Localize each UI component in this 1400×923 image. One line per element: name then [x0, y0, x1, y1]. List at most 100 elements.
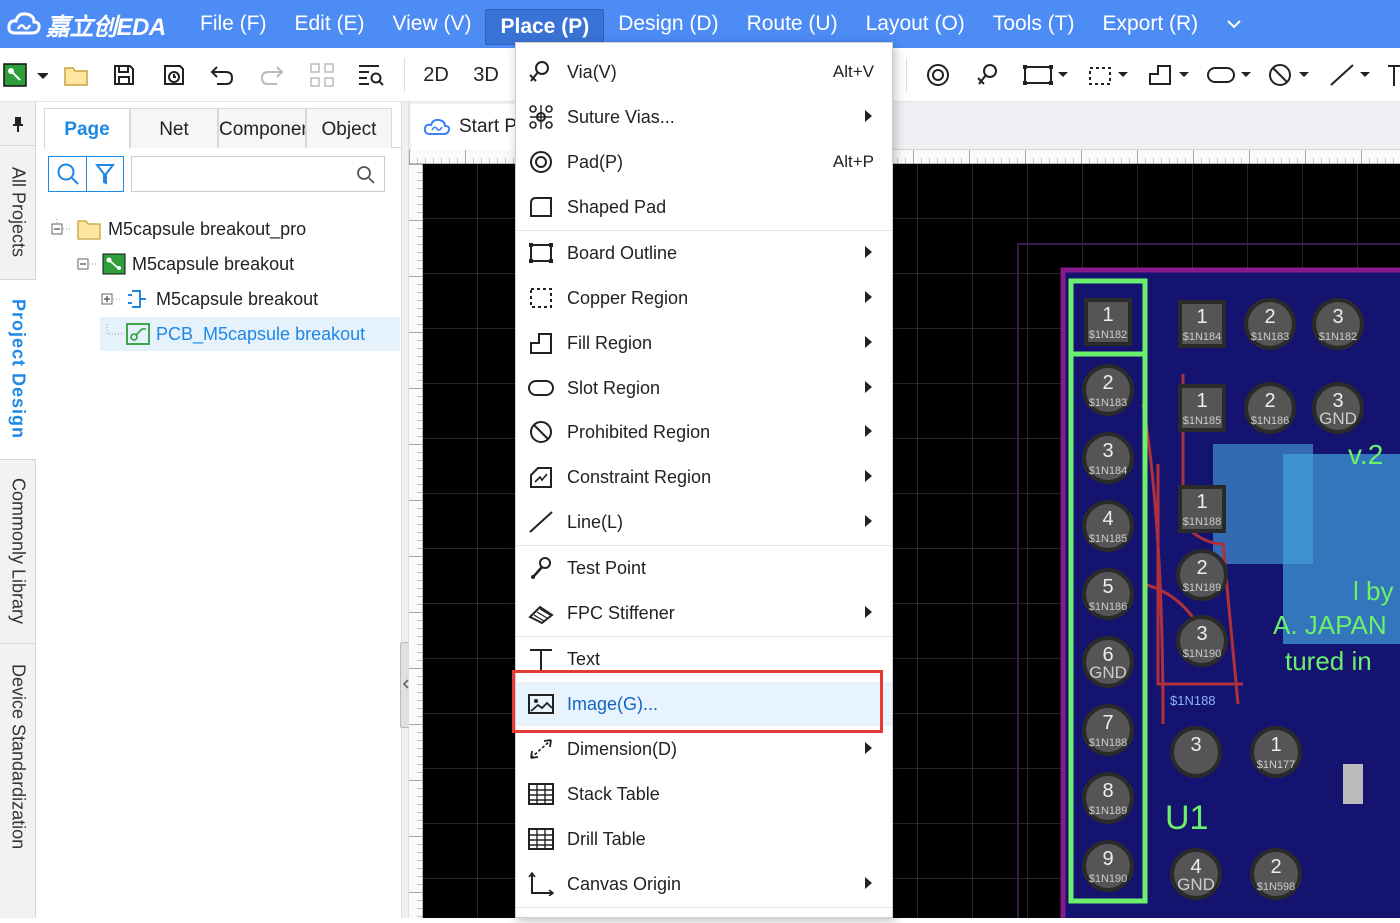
- tab-commonly-library[interactable]: Commonly Library: [0, 460, 36, 644]
- pcb-pad[interactable]: 4 $1N185: [1082, 500, 1134, 552]
- chevron-down-icon[interactable]: [1226, 19, 1242, 29]
- pcb-pad[interactable]: 3GND: [1312, 382, 1364, 434]
- menu-item-copper-region[interactable]: Copper Region: [516, 276, 892, 320]
- tree-item-pcb[interactable]: PCB_M5capsule breakout: [100, 317, 400, 351]
- pcb-pad[interactable]: 3: [1170, 726, 1222, 778]
- pcb-pad[interactable]: 4GND: [1170, 848, 1222, 900]
- search-mode-button[interactable]: [49, 157, 87, 191]
- undo-button[interactable]: [208, 60, 236, 90]
- tab-component[interactable]: Componen: [218, 108, 306, 148]
- fill-region-button[interactable]: [1146, 60, 1194, 90]
- collapse-icon[interactable]: [50, 219, 74, 239]
- tree-item-project[interactable]: M5capsule breakout_pro: [50, 212, 400, 246]
- pad-net-label: $1N177: [1257, 759, 1296, 771]
- menu-edit[interactable]: Edit (E): [281, 0, 379, 48]
- menu-item-via[interactable]: Via(V) Alt+V: [516, 50, 892, 94]
- menu-design[interactable]: Design (D): [604, 0, 732, 48]
- menu-item-shaped-pad[interactable]: Shaped Pad: [516, 185, 892, 229]
- tab-all-projects[interactable]: All Projects: [0, 146, 36, 280]
- board-outline-button[interactable]: [1022, 60, 1072, 90]
- search-icon[interactable]: [356, 165, 376, 185]
- pcb-pad[interactable]: 2 $1N186: [1244, 382, 1296, 434]
- pcb-pad[interactable]: 2 $1N183: [1082, 364, 1134, 416]
- pcb-pad[interactable]: 1 $1N177: [1250, 726, 1302, 778]
- pcb-pad[interactable]: 2 $1N598: [1250, 848, 1302, 900]
- pcb-pad[interactable]: 7 $1N188: [1082, 704, 1134, 756]
- menu-item-board-outline[interactable]: Board Outline: [516, 231, 892, 275]
- tree-item-schematic[interactable]: M5capsule breakout: [100, 282, 400, 316]
- menu-item-suture-vias[interactable]: Suture Vias...: [516, 95, 892, 139]
- tab-net[interactable]: Net: [130, 108, 218, 148]
- slot-region-button[interactable]: [1206, 60, 1256, 90]
- open-folder-button[interactable]: [62, 60, 90, 90]
- pcb-pad[interactable]: 5 $1N186: [1082, 568, 1134, 620]
- tree-item-board[interactable]: M5capsule breakout: [76, 247, 400, 281]
- menu-item-text[interactable]: Text: [516, 637, 892, 681]
- drill-table-icon: [528, 828, 554, 850]
- pcb-pad[interactable]: 8 $1N189: [1082, 772, 1134, 824]
- pcb-pad[interactable]: 3 $1N182: [1312, 298, 1364, 350]
- menu-item-canvas-origin[interactable]: Canvas Origin: [516, 862, 892, 906]
- redo-button[interactable]: [258, 60, 286, 90]
- pcb-pad[interactable]: 2 $1N189: [1176, 549, 1228, 601]
- menu-item-pad[interactable]: Pad(P) Alt+P: [516, 140, 892, 184]
- pcb-pad[interactable]: 2 $1N183: [1244, 298, 1296, 350]
- menu-route[interactable]: Route (U): [733, 0, 852, 48]
- save-button[interactable]: [110, 60, 138, 90]
- find-list-button[interactable]: [356, 60, 386, 90]
- menu-item-line[interactable]: Line(L): [516, 500, 892, 544]
- tab-commonly-library-label: Commonly Library: [8, 478, 29, 625]
- panel-splitter[interactable]: [400, 102, 410, 918]
- menu-layout[interactable]: Layout (O): [852, 0, 979, 48]
- tree-item-label: M5capsule breakout: [156, 288, 319, 309]
- folder-icon: [64, 67, 88, 86]
- menu-item-fill-region[interactable]: Fill Region: [516, 321, 892, 365]
- text-tool-button[interactable]: [1384, 60, 1400, 90]
- pin-icon: [13, 116, 23, 132]
- menu-item-image[interactable]: Image(G)...: [516, 682, 892, 726]
- copper-region-button[interactable]: [1086, 60, 1132, 90]
- tab-object[interactable]: Object: [306, 108, 392, 148]
- menu-item-dimension[interactable]: Dimension(D): [516, 727, 892, 771]
- pcb-pad[interactable]: 3 $1N184: [1082, 432, 1134, 484]
- menu-place[interactable]: Place (P): [485, 9, 605, 45]
- menu-item-test-point[interactable]: Test Point: [516, 546, 892, 590]
- collapse-icon[interactable]: [76, 254, 100, 274]
- tab-project-design[interactable]: Project Design: [0, 280, 36, 460]
- grid-layout-button[interactable]: [308, 60, 336, 90]
- filter-mode-button[interactable]: [87, 157, 123, 191]
- menu-item-stack-table[interactable]: Stack Table: [516, 772, 892, 816]
- app-logo[interactable]: 嘉立创EDA: [0, 0, 186, 48]
- place-via-button[interactable]: [974, 60, 1002, 90]
- save-history-button[interactable]: [160, 60, 188, 90]
- pcb-pad[interactable]: 1 $1N182: [1084, 298, 1132, 346]
- pin-button[interactable]: [0, 102, 36, 146]
- tab-device-standardization[interactable]: Device Standardization: [0, 644, 36, 870]
- menu-export[interactable]: Export (R): [1089, 0, 1213, 48]
- menu-item-constraint-region[interactable]: Constraint Region: [516, 455, 892, 499]
- menu-file[interactable]: File (F): [186, 0, 281, 48]
- prohibited-region-button[interactable]: [1266, 60, 1316, 90]
- pcb-pad[interactable]: 9 $1N190: [1082, 840, 1134, 892]
- tab-page[interactable]: Page: [44, 108, 130, 149]
- expand-icon[interactable]: [100, 289, 124, 309]
- menu-item-drill-table[interactable]: Drill Table: [516, 817, 892, 861]
- view-2d-button[interactable]: 2D: [418, 60, 454, 90]
- pcb-pad[interactable]: 1 $1N184: [1178, 300, 1226, 348]
- tab-device-standardization-label: Device Standardization: [8, 664, 29, 850]
- menu-item-prohibited-region[interactable]: Prohibited Region: [516, 410, 892, 454]
- line-button[interactable]: [1328, 60, 1376, 90]
- menu-tools[interactable]: Tools (T): [979, 0, 1089, 48]
- pcb-pad[interactable]: 3 $1N190: [1176, 615, 1228, 667]
- pcb-pad[interactable]: 1 $1N188: [1178, 485, 1226, 533]
- dimension-icon: [530, 739, 552, 759]
- pcb-pad[interactable]: 1 $1N185: [1178, 384, 1226, 432]
- new-project-button[interactable]: [2, 60, 48, 90]
- view-3d-button[interactable]: 3D: [468, 60, 504, 90]
- pcb-pad[interactable]: 6GND: [1082, 636, 1134, 688]
- menu-item-fpc-stiffener[interactable]: FPC Stiffener: [516, 591, 892, 635]
- menu-view[interactable]: View (V): [379, 0, 486, 48]
- menu-item-slot-region[interactable]: Slot Region: [516, 366, 892, 410]
- search-input[interactable]: [136, 160, 346, 188]
- place-pad-button[interactable]: [924, 60, 952, 90]
